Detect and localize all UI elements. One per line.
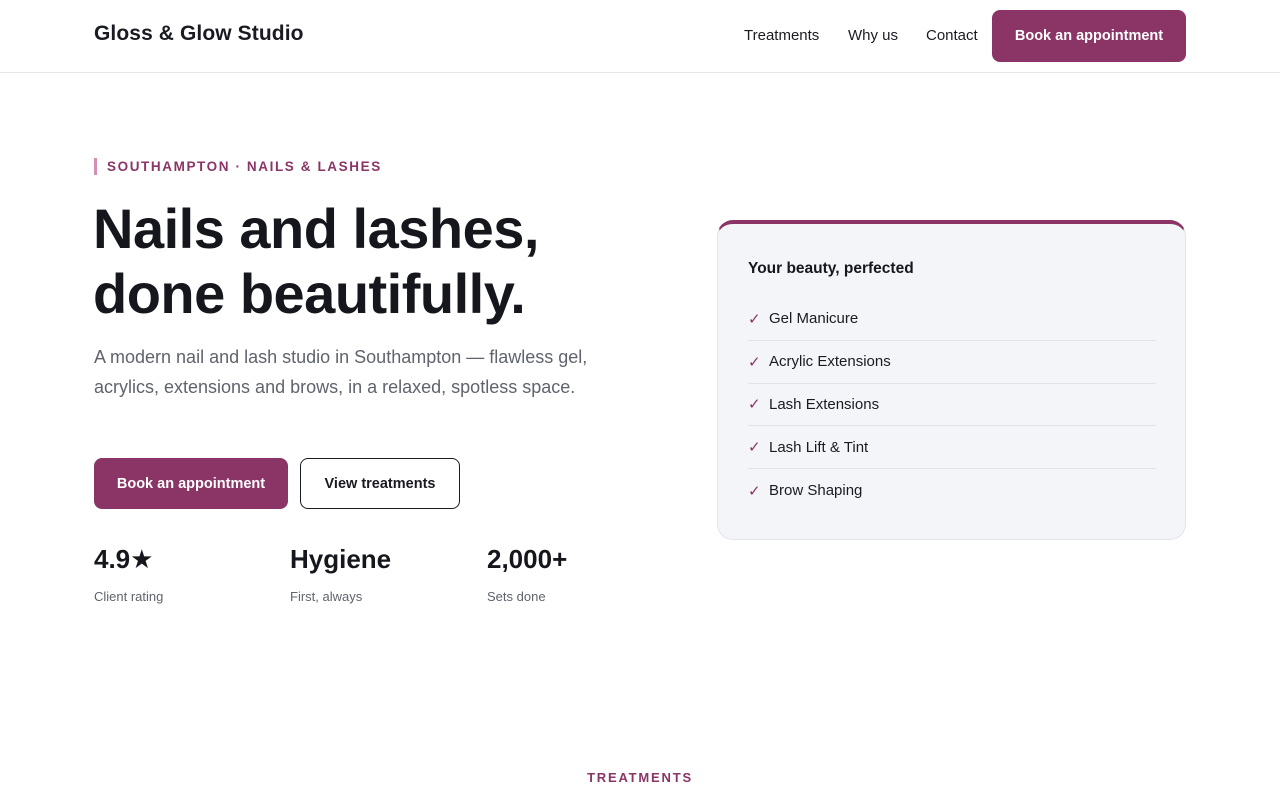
- brand-logo[interactable]: Gloss & Glow Studio: [94, 22, 304, 46]
- card-title: Your beauty, perfected: [748, 260, 914, 277]
- stat-sets-value: 2,000+: [487, 544, 568, 574]
- list-item-label: Gel Manicure: [769, 310, 859, 328]
- check-icon: ✓: [748, 482, 761, 500]
- hero-title: Nails and lashes, done beautifully.: [93, 196, 653, 326]
- hero-title-line-2: done beautifully.: [93, 262, 526, 325]
- hero-description: A modern nail and lash studio in Southam…: [94, 347, 588, 397]
- hero-eyebrow: SOUTHAMPTON · NAILS & LASHES: [94, 158, 382, 175]
- hero-book-button[interactable]: Book an appointment: [94, 458, 288, 509]
- treatments-card: Your beauty, perfected ✓ Gel Manicure ✓ …: [717, 220, 1186, 540]
- header-book-button[interactable]: Book an appointment: [992, 10, 1186, 62]
- list-item: ✓ Gel Manicure: [748, 298, 1156, 341]
- stat-hygiene-value: Hygiene: [290, 544, 392, 574]
- check-icon: ✓: [748, 353, 761, 371]
- nav-link-why-us[interactable]: Why us: [848, 27, 898, 44]
- check-icon: ✓: [748, 439, 761, 457]
- treatment-list: ✓ Gel Manicure ✓ Acrylic Extensions ✓ La…: [748, 298, 1156, 512]
- stat-sets-label: Sets done: [487, 589, 546, 604]
- list-item-label: Lash Extensions: [769, 395, 880, 413]
- list-item: ✓ Acrylic Extensions: [748, 341, 1156, 384]
- site-header: Gloss & Glow Studio Treatments Why us Co…: [0, 0, 1280, 73]
- stat-hygiene-label: First, always: [290, 589, 363, 604]
- stat-rating-label: Client rating: [94, 589, 164, 604]
- list-item-label: Lash Lift & Tint: [769, 438, 869, 456]
- nav-link-treatments[interactable]: Treatments: [744, 27, 819, 44]
- stat-rating-value: 4.9★: [94, 544, 154, 574]
- view-treatments-button[interactable]: View treatments: [300, 458, 460, 509]
- list-item: ✓ Lash Lift & Tint: [748, 426, 1156, 470]
- check-icon: ✓: [748, 396, 761, 414]
- nav-link-contact[interactable]: Contact: [926, 27, 978, 44]
- list-item: ✓ Lash Extensions: [748, 384, 1156, 427]
- list-item: ✓ Brow Shaping: [748, 469, 1156, 512]
- list-item-label: Brow Shaping: [769, 482, 863, 500]
- list-item-label: Acrylic Extensions: [769, 353, 891, 371]
- check-icon: ✓: [748, 310, 761, 328]
- treatments-section-label: TREATMENTS: [587, 770, 693, 785]
- hero-title-line-1: Nails and lashes,: [93, 197, 539, 260]
